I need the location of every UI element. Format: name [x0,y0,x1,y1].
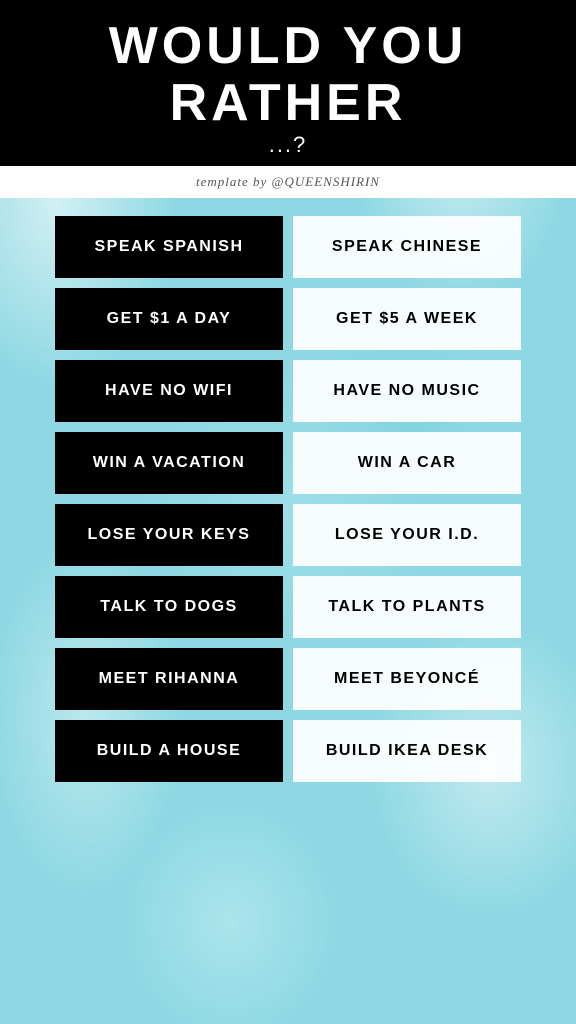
cell-left-3[interactable]: WIN A VACATION [55,432,283,494]
cell-right-6[interactable]: MEET BEYONCÉ [293,648,521,710]
cell-left-1[interactable]: GET $1 A DAY [55,288,283,350]
question-row: LOSE YOUR KEYSLOSE YOUR I.D. [55,504,521,566]
cell-right-5[interactable]: TALK TO PLANTS [293,576,521,638]
cell-left-7[interactable]: BUILD A HOUSE [55,720,283,782]
cell-left-6[interactable]: MEET RIHANNA [55,648,283,710]
question-row: BUILD A HOUSEBUILD IKEA DESK [55,720,521,782]
cell-right-1[interactable]: GET $5 A WEEK [293,288,521,350]
cell-left-4[interactable]: LOSE YOUR KEYS [55,504,283,566]
question-row: TALK TO DOGSTALK TO PLANTS [55,576,521,638]
cell-left-2[interactable]: HAVE NO WIFI [55,360,283,422]
cell-right-4[interactable]: LOSE YOUR I.D. [293,504,521,566]
questions-grid: SPEAK SPANISHSPEAK CHINESEGET $1 A DAYGE… [0,198,576,800]
header-subtitle: ...? [30,132,546,158]
question-row: SPEAK SPANISHSPEAK CHINESE [55,216,521,278]
cell-right-2[interactable]: HAVE NO MUSIC [293,360,521,422]
cell-left-0[interactable]: SPEAK SPANISH [55,216,283,278]
question-row: MEET RIHANNAMEET BEYONCÉ [55,648,521,710]
cell-right-7[interactable]: BUILD IKEA DESK [293,720,521,782]
question-row: GET $1 A DAYGET $5 A WEEK [55,288,521,350]
cell-right-3[interactable]: WIN A CAR [293,432,521,494]
cell-right-0[interactable]: SPEAK CHINESE [293,216,521,278]
credit-bar: template by @QUEENSHIRIN [0,166,576,198]
header-section: WOULD YOU RATHER ...? [0,0,576,166]
cell-left-5[interactable]: TALK TO DOGS [55,576,283,638]
main-title: WOULD YOU RATHER [30,18,546,132]
question-row: HAVE NO WIFIHAVE NO MUSIC [55,360,521,422]
question-row: WIN A VACATIONWIN A CAR [55,432,521,494]
credit-text: template by @QUEENSHIRIN [196,174,380,189]
